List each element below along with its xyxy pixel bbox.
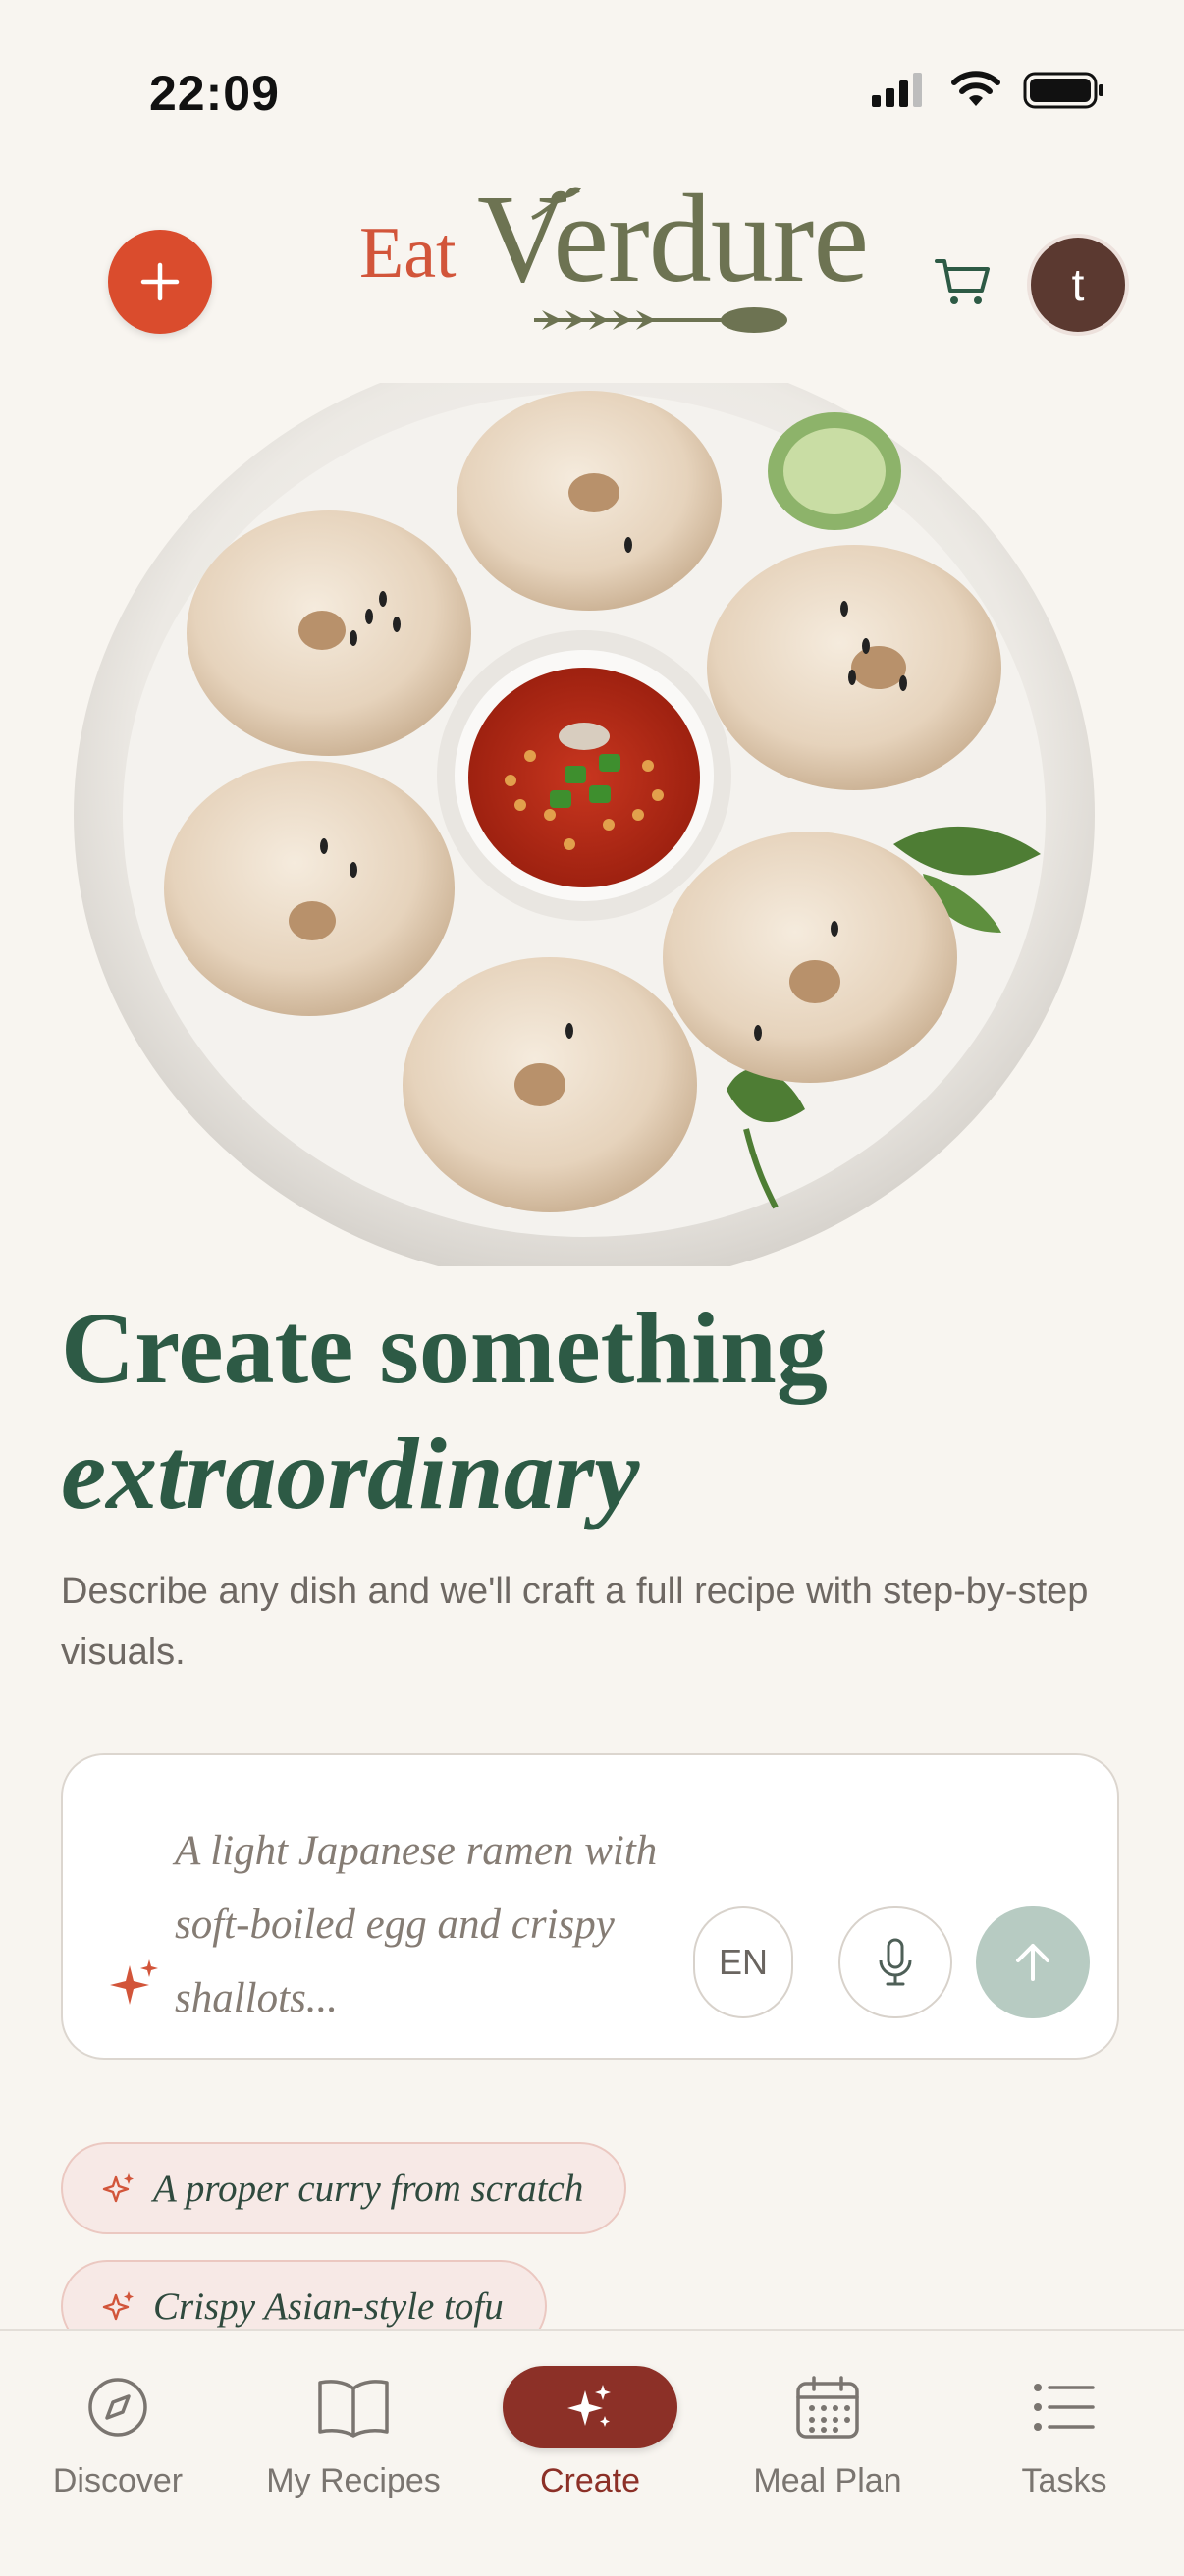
cart-icon xyxy=(935,259,990,304)
plus-icon xyxy=(140,262,180,301)
status-time: 22:09 xyxy=(149,66,280,121)
signal-icon xyxy=(872,73,922,107)
hero-dumplings-image xyxy=(74,383,1095,1266)
wifi-icon xyxy=(951,71,1000,106)
create-active-pill xyxy=(503,2366,677,2448)
microphone-icon xyxy=(879,1938,912,1986)
headline-line-2: extraordinary xyxy=(61,1418,640,1530)
page-subtitle: Describe any dish and we'll craft a full… xyxy=(61,1571,1089,1673)
nav-item-tasks[interactable]: Tasks xyxy=(966,2366,1162,2500)
nav-item-my-recipes[interactable]: My Recipes xyxy=(255,2366,452,2500)
spoon-garnish-icon xyxy=(534,307,787,333)
add-button[interactable] xyxy=(108,230,212,334)
nav-label: My Recipes xyxy=(266,2462,441,2499)
book-icon xyxy=(318,2380,389,2438)
page-title: Create something extraordinary xyxy=(61,1286,828,1537)
app-logo: Eat Verdure xyxy=(353,169,884,346)
headline-line-1: Create something xyxy=(61,1292,828,1405)
microphone-button[interactable] xyxy=(838,1906,952,2018)
nav-label: Discover xyxy=(52,2462,184,2499)
list-icon xyxy=(1034,2384,1095,2431)
nav-label: Tasks xyxy=(1021,2462,1107,2499)
calendar-icon xyxy=(796,2376,859,2439)
suggestion-chip-label: A proper curry from scratch xyxy=(153,2167,584,2210)
bottom-nav: Discover My Recipes Create Meal Plan Tas… xyxy=(0,2329,1184,2576)
sparkles-icon xyxy=(567,2385,611,2427)
recipe-prompt-card: A light Japanese ramen with soft-boiled … xyxy=(61,1753,1119,2060)
avatar[interactable]: t xyxy=(1027,234,1129,336)
nav-item-create[interactable]: Create xyxy=(492,2366,688,2500)
send-button[interactable] xyxy=(976,1906,1090,2018)
nav-item-meal-plan[interactable]: Meal Plan xyxy=(729,2366,926,2500)
nav-label: Create xyxy=(539,2462,641,2499)
nav-label: Meal Plan xyxy=(753,2462,902,2499)
sparkle-icon xyxy=(102,2291,134,2321)
arrow-up-icon xyxy=(1016,1944,1049,1981)
battery-icon xyxy=(1023,72,1103,109)
recipe-prompt-input[interactable]: A light Japanese ramen with soft-boiled … xyxy=(175,1814,685,2035)
status-icons xyxy=(870,71,1105,110)
compass-icon xyxy=(88,2378,147,2437)
nav-item-discover[interactable]: Discover xyxy=(20,2366,216,2500)
sparkle-icon xyxy=(102,2174,134,2203)
logo-eat: Eat xyxy=(359,213,457,294)
language-button[interactable]: EN xyxy=(693,1906,793,2018)
leaf-sprig-icon xyxy=(531,187,581,220)
cart-button[interactable] xyxy=(933,251,994,312)
suggestion-chip-label: Crispy Asian-style tofu xyxy=(153,2284,504,2328)
sparkle-icon xyxy=(110,1959,158,2005)
suggestion-chip[interactable]: A proper curry from scratch xyxy=(61,2142,627,2234)
